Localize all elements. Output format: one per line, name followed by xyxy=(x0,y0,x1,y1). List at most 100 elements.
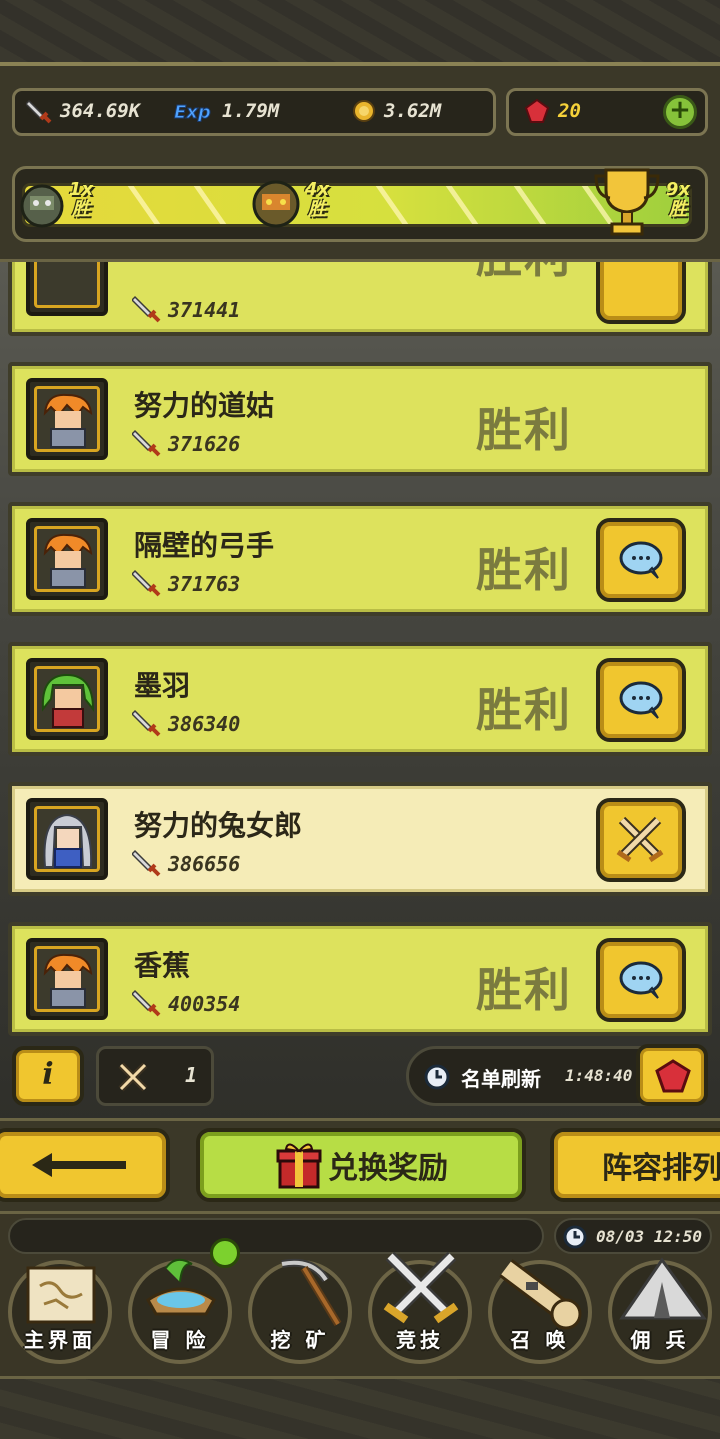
nav-mining[interactable]: 挖 矿 xyxy=(242,1258,358,1366)
sword-icon xyxy=(132,295,161,323)
9x-multiplier: 9x 胜 xyxy=(665,179,691,220)
refresh-with-gem-button[interactable] xyxy=(636,1044,708,1106)
lineup-button[interactable]: 阵容排列 xyxy=(550,1128,720,1202)
chevron-icon xyxy=(489,186,547,224)
pickaxe-icon xyxy=(281,1258,342,1327)
list-item[interactable]: 努力的道姑 371626 胜利 xyxy=(8,362,712,476)
battle-result: 胜利 xyxy=(476,963,572,1017)
news-ticker xyxy=(8,1218,544,1254)
notification-dot xyxy=(210,1238,240,1268)
nav-label: 召 唤 xyxy=(510,1328,570,1352)
power-stat: 364.69K xyxy=(26,96,140,126)
nav-mercenary[interactable]: 佣 兵 xyxy=(602,1257,718,1366)
exchange-label: 兑换奖励 xyxy=(328,1151,448,1186)
exp-value: 1.79M xyxy=(222,100,280,122)
sword-icon xyxy=(132,569,161,597)
chevron-icon xyxy=(421,186,479,224)
nav-label: 竞技 xyxy=(396,1328,444,1352)
list-item[interactable]: 墨羽 386340 胜利 xyxy=(8,642,712,756)
1x-multiplier: 1x 胜 xyxy=(68,179,94,220)
bottom-background xyxy=(0,1376,720,1439)
4x-milestone-icon xyxy=(252,180,300,228)
opponent-power: 400354 xyxy=(168,992,241,1016)
list-item[interactable]: 371441 胜利 xyxy=(8,262,712,336)
battle-result: 胜利 xyxy=(476,403,572,457)
exp-stat: Exp 1.79M xyxy=(168,96,280,126)
crossed-swords-icon xyxy=(118,1062,148,1092)
chat-bubble-icon xyxy=(619,681,663,719)
chevron-icon xyxy=(351,186,409,224)
refresh-timer: 名单刷新 1:48:40 xyxy=(406,1046,656,1106)
chat-button[interactable] xyxy=(596,262,686,324)
nav-summon[interactable]: 召 唤 xyxy=(482,1258,598,1366)
svg-text:Exp: Exp xyxy=(174,102,211,123)
clock-icon xyxy=(563,1225,587,1249)
opponent-power: 386340 xyxy=(168,712,241,736)
chat-button[interactable] xyxy=(596,658,686,742)
hero-portrait-icon xyxy=(43,953,93,1008)
lineup-label: 阵容排列 xyxy=(602,1151,720,1186)
gold-coin-icon xyxy=(353,100,375,122)
sword-icon xyxy=(132,849,161,877)
avatar xyxy=(26,938,108,1020)
opponent-power: 371441 xyxy=(168,298,241,322)
nav-label: 挖 矿 xyxy=(270,1328,330,1352)
exp-icon: Exp xyxy=(174,102,212,124)
list-item[interactable]: 隔壁的弓手 371763 胜利 xyxy=(8,502,712,616)
nav-main[interactable]: 主界面 xyxy=(2,1258,118,1366)
opponent-name: 墨羽 xyxy=(134,669,191,702)
list-item[interactable]: 香蕉 400354 胜利 xyxy=(8,922,712,1036)
avatar xyxy=(26,378,108,460)
back-button[interactable] xyxy=(0,1128,170,1202)
gem-stat: 20 xyxy=(524,96,581,126)
trophy-icon xyxy=(594,168,660,236)
battle-result: 胜利 xyxy=(476,683,572,737)
nav-label: 佣 兵 xyxy=(630,1328,690,1352)
gold-value: 3.62M xyxy=(384,100,442,122)
opponent-name: 努力的兔女郎 xyxy=(134,809,303,842)
ticket-count: 1 xyxy=(185,1063,198,1087)
opponent-list[interactable]: 371441 胜利 努力的道姑 371626 胜利 xyxy=(0,262,720,1122)
chat-button[interactable] xyxy=(596,518,686,602)
chevron-icon xyxy=(169,186,227,224)
clock-value: 08/03 12:50 xyxy=(596,1226,702,1246)
opponent-power: 386656 xyxy=(168,852,241,876)
nav-label: 冒 险 xyxy=(150,1328,210,1352)
opponent-name: 隔壁的弓手 xyxy=(134,529,275,562)
refresh-label: 名单刷新 xyxy=(461,1067,541,1091)
gift-box-icon xyxy=(276,1143,322,1189)
nav-adventure[interactable]: 冒 险 xyxy=(122,1238,240,1366)
chat-button[interactable] xyxy=(596,938,686,1022)
top-background xyxy=(0,0,720,62)
crossed-swords-icon xyxy=(616,816,664,863)
battle-result: 胜利 xyxy=(476,262,572,286)
server-clock: 08/03 12:50 xyxy=(554,1218,712,1254)
nav-arena[interactable]: 竞技 xyxy=(362,1251,478,1366)
refresh-time: 1:48:40 xyxy=(565,1066,633,1085)
sword-icon xyxy=(132,429,161,457)
sword-icon xyxy=(132,709,161,737)
info-button[interactable]: i xyxy=(12,1046,84,1106)
sword-icon xyxy=(26,99,52,124)
opponent-power: 371626 xyxy=(168,432,241,456)
avatar xyxy=(26,798,108,880)
avatar xyxy=(26,262,108,316)
ruby-icon xyxy=(524,98,550,123)
hero-portrait-icon xyxy=(43,393,93,448)
list-item[interactable]: 努力的兔女郎 386656 xyxy=(8,782,712,896)
map-scroll-icon xyxy=(26,1266,96,1324)
chat-bubble-icon xyxy=(619,541,663,579)
fight-button[interactable] xyxy=(596,798,686,882)
opponent-name: 香蕉 xyxy=(134,949,191,982)
exchange-rewards-button[interactable]: 兑换奖励 xyxy=(196,1128,526,1202)
hero-portrait-icon xyxy=(41,673,95,728)
gem-value: 20 xyxy=(558,100,581,122)
avatar xyxy=(26,658,108,740)
4x-multiplier: 4x 胜 xyxy=(304,179,330,220)
buy-gems-button[interactable]: + xyxy=(663,95,697,129)
sword-icon xyxy=(132,989,161,1017)
ruby-icon xyxy=(655,1059,691,1093)
clock-icon xyxy=(424,1064,450,1090)
plus-icon: + xyxy=(669,95,691,125)
info-icon: i xyxy=(42,1057,54,1092)
